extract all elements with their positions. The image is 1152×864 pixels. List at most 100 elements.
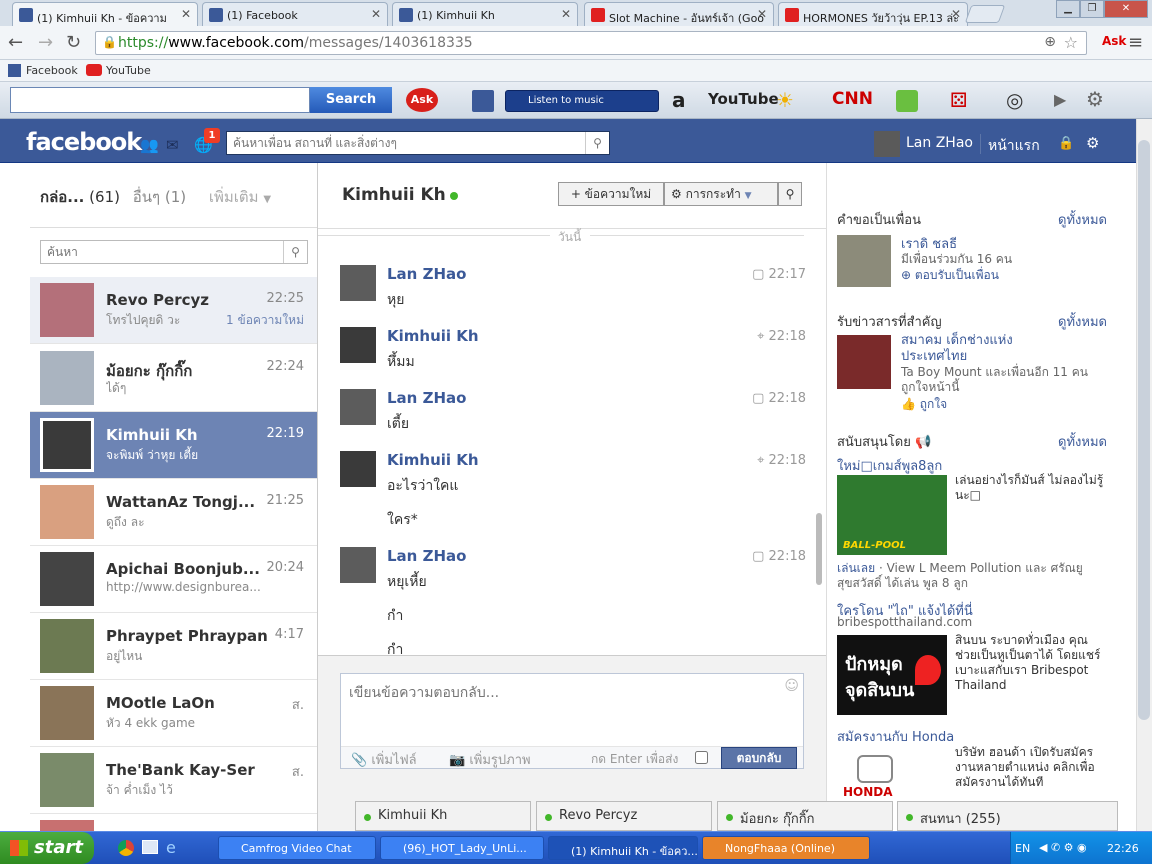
thread-item-apichai[interactable]: Apichai Boonjub... 20:24 http://www.desi… (30, 546, 317, 613)
reply-button[interactable]: ตอบกลับ (721, 747, 797, 769)
message-author[interactable]: Lan ZHao (387, 547, 466, 565)
address-bar[interactable]: 🔒 https://www.facebook.com/messages/1403… (95, 31, 1087, 55)
ad-title-honda[interactable]: สมัครงานกับ Honda (837, 726, 954, 747)
browser-tab-hormones[interactable]: HORMONES วัยว้าวุ่น EP.13 ล่ะ ✕ (778, 2, 968, 26)
reply-input[interactable] (341, 674, 781, 734)
thread-item-mootle[interactable]: MOotle LaOn ส. หัว 4 ekk game (30, 680, 317, 747)
forward-icon[interactable]: → (38, 32, 53, 53)
maps-icon[interactable] (896, 90, 918, 112)
messages-icon[interactable]: ✉ (166, 136, 179, 154)
friend-requests-icon[interactable]: 👥 (140, 136, 159, 154)
speed-icon[interactable]: ◎ (1006, 88, 1023, 112)
thread-item-wattanaz[interactable]: WattanAz Tongj... 21:25 ดูถึง ละ (30, 479, 317, 546)
page-logo[interactable] (837, 335, 891, 389)
taskbar-nongfhaaa[interactable]: NongFhaaa (Online) (702, 836, 870, 860)
avatar[interactable] (340, 265, 376, 301)
search-icon[interactable]: ⚲ (778, 182, 802, 206)
thread-item-thebank[interactable]: The'Bank Kay-Ser ส. จ้า ค่ำเม็ง ไว้ (30, 747, 317, 814)
avatar[interactable] (340, 547, 376, 583)
ask-search-input[interactable] (10, 87, 310, 113)
chat-sidebar-toggle[interactable]: สนทนา (255) (897, 801, 1118, 831)
ad-title-pool[interactable]: ใหม่□เกมส์พูล8ลูก (837, 455, 942, 476)
ad-image-bribespot[interactable]: ปักหมุด จุดสินบน (837, 635, 947, 715)
cnn-link[interactable]: CNN (832, 89, 873, 109)
thread-item-revo[interactable]: Revo Percyz 22:25 โทรไปคุยดิ วะ 1 ข้อควา… (30, 277, 317, 344)
amazon-icon[interactable]: a (672, 88, 686, 112)
thread-search-input[interactable] (41, 241, 283, 263)
message-author[interactable]: Kimhuii Kh (387, 327, 479, 345)
accept-friend-button[interactable]: ⊕ ตอบรับเป็นเพื่อน (901, 266, 999, 285)
ad-image-pool[interactable]: BALL-POOL (837, 475, 947, 555)
facebook-logo[interactable]: facebook (26, 128, 142, 156)
like-page-button[interactable]: 👍 ถูกใจ (901, 395, 947, 414)
new-message-button[interactable]: + ข้อความใหม่ (558, 182, 664, 206)
weather-icon[interactable]: ☀ (776, 88, 794, 112)
avatar[interactable] (340, 327, 376, 363)
settings-icon[interactable]: ⚙ (1086, 87, 1104, 111)
ask-search-button[interactable]: Search (310, 87, 392, 113)
language-indicator[interactable]: EN (1015, 842, 1030, 855)
tab-more[interactable]: เพิ่มเติม (209, 188, 259, 206)
thread-item-phraypet[interactable]: Phraypet Phraypan 4:17 อยู่ไหน (30, 613, 317, 680)
see-all-link[interactable]: ดูทั้งหมด (1058, 209, 1107, 230)
close-icon[interactable]: ✕ (951, 7, 961, 21)
play-now-link[interactable]: เล่นเลย (837, 561, 875, 575)
bookmark-facebook[interactable]: Facebook (26, 64, 78, 77)
reply-box[interactable]: ☺ 📎 เพิ่มไฟล์ 📷 เพิ่มรูปภาพ กด Enter เพื… (340, 673, 804, 769)
close-icon[interactable]: ✕ (371, 7, 381, 21)
reload-icon[interactable]: ↻ (66, 32, 81, 53)
privacy-icon[interactable]: 🔒 (1058, 136, 1074, 151)
back-icon[interactable]: ← (8, 32, 23, 53)
taskbar-hot-lady[interactable]: (96)_HOT_Lady_UnLi... (380, 836, 544, 860)
search-icon[interactable]: ⚲ (283, 241, 307, 263)
thread-item-moyka[interactable]: ม้อยกะ กุ๊กกิ๊ก 22:24 ได้ๆ (30, 345, 317, 412)
facebook-search[interactable]: ⚲ (226, 131, 610, 155)
home-link[interactable]: หน้าแรก (988, 135, 1040, 157)
chat-tab-moyka[interactable]: ม้อยกะ กุ๊กกิ๊ก (717, 801, 893, 831)
actions-button[interactable]: ⚙ การกระทำ ▼ (664, 182, 778, 206)
bookmark-youtube[interactable]: YouTube (106, 64, 151, 77)
close-icon[interactable]: ✕ (757, 7, 767, 21)
close-icon[interactable]: ✕ (181, 7, 191, 21)
facebook-search-input[interactable] (227, 132, 585, 154)
message-author[interactable]: Kimhuii Kh (387, 451, 479, 469)
emoticon-icon[interactable]: ☺ (784, 678, 799, 694)
add-photo-button[interactable]: 📷 เพิ่มรูปภาพ (449, 749, 531, 770)
zoom-icon[interactable]: ⊕ (1044, 34, 1056, 50)
tab-inbox[interactable]: กล่อ... (40, 188, 84, 206)
ask-extension-icon[interactable]: Ask (1102, 34, 1126, 48)
toolbar-more-icon[interactable]: ▶ (1054, 90, 1066, 109)
ad-image-honda[interactable]: HONDA (837, 747, 947, 801)
avatar[interactable] (340, 389, 376, 425)
see-all-link[interactable]: ดูทั้งหมด (1058, 311, 1107, 332)
thread-item-kimhuii[interactable]: Kimhuii Kh 22:19 จะพิมพ์ ว่าหุย เตี้ย (30, 412, 317, 479)
star-icon[interactable]: ☆ (1064, 33, 1078, 52)
message-author[interactable]: Lan ZHao (387, 265, 466, 283)
profile-link[interactable]: Lan ZHao (906, 135, 973, 151)
new-tab-button[interactable] (964, 5, 1006, 23)
tab-other[interactable]: อื่นๆ (133, 188, 160, 206)
show-desktop-icon[interactable] (142, 840, 158, 854)
browser-tab-profile[interactable]: (1) Kimhuii Kh ✕ (392, 2, 578, 26)
close-window-button[interactable]: ✕ (1104, 0, 1148, 18)
internet-explorer-icon[interactable]: e (166, 838, 176, 857)
avatar[interactable] (837, 235, 891, 287)
start-button[interactable]: start (0, 832, 94, 864)
browser-tab-slot-machine[interactable]: Slot Machine - อันทร์เจ้า (Goo ✕ (584, 2, 774, 26)
message-author[interactable]: Lan ZHao (387, 389, 466, 407)
close-icon[interactable]: ✕ (561, 7, 571, 21)
facebook-icon[interactable] (472, 90, 494, 112)
chrome-icon[interactable] (118, 840, 134, 856)
browser-tab-facebook[interactable]: (1) Facebook ✕ (202, 2, 388, 26)
menu-icon[interactable]: ≡ (1128, 32, 1143, 53)
message-scrollbar[interactable] (816, 513, 822, 585)
games-icon[interactable]: ⚄ (950, 88, 967, 112)
attach-file-button[interactable]: 📎 เพิ่มไฟล์ (351, 749, 417, 770)
tray-icons[interactable]: ◀ ✆ ⚙ ◉ (1039, 841, 1087, 854)
youtube-toolbar-link[interactable]: YouTube (708, 90, 779, 108)
chat-tab-kimhuii[interactable]: Kimhuii Kh (355, 801, 531, 831)
taskbar-chrome[interactable]: (1) Kimhuii Kh - ข้อคว... (548, 836, 698, 860)
minimize-button[interactable]: ▁ (1056, 0, 1080, 18)
music-player[interactable]: Listen to music (505, 90, 659, 112)
avatar[interactable] (874, 131, 900, 157)
